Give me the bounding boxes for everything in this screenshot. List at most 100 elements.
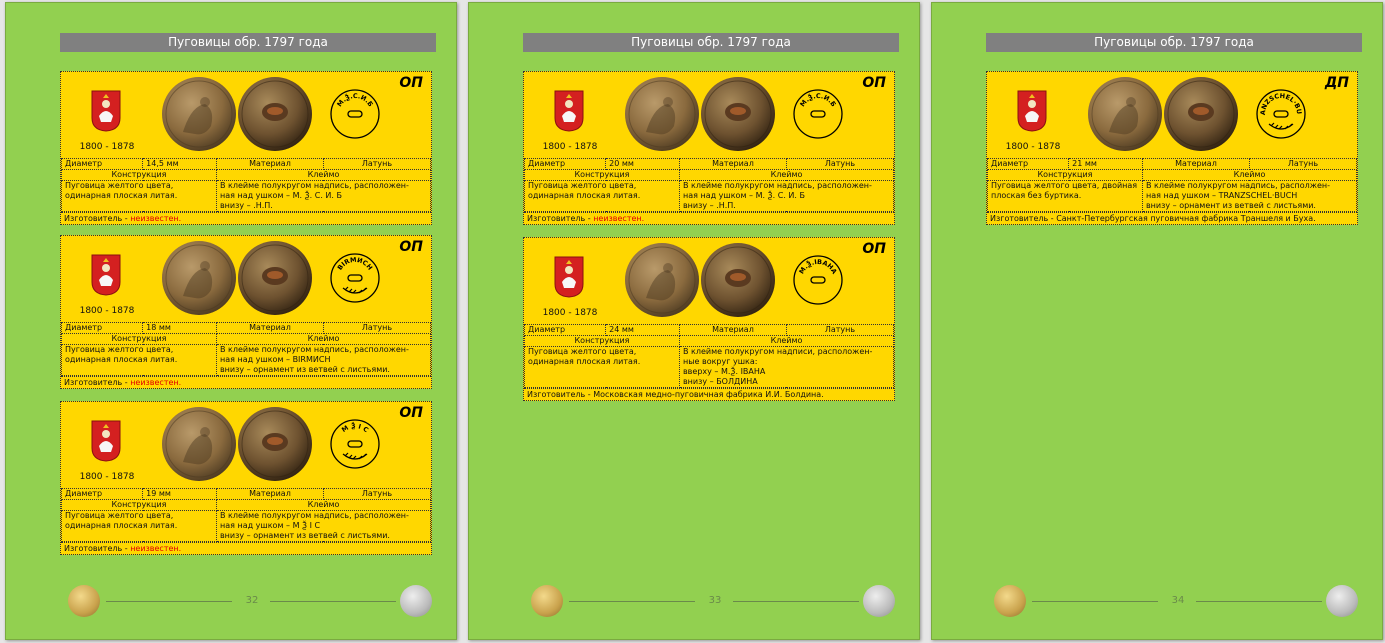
button-reverse-photo <box>238 77 312 151</box>
diameter-value: 18 мм <box>142 322 217 334</box>
years-label: 1800 - 1878 <box>79 306 135 316</box>
stamp-header: Клеймо <box>215 499 432 511</box>
diameter-label: Диаметр <box>986 158 1070 170</box>
maker-value: неизвестен. <box>593 214 645 223</box>
construction-header: Конструкция <box>987 169 1143 181</box>
diameter-value: 14,5 мм <box>142 158 217 170</box>
button-reverse-photo <box>238 407 312 481</box>
page-footer: 34 <box>932 585 1382 619</box>
stamp-drawing: BIRMИСН <box>330 253 380 303</box>
button-obverse-photo <box>162 407 236 481</box>
diameter-value: 24 мм <box>605 324 680 336</box>
button-catalog-card: 1800 - 1878 М.Ѯ.IВАНА ОП Диаметр 24 мм М… <box>523 237 895 401</box>
maker-row: Изготовитель - неизвестен. <box>61 376 431 388</box>
gold-button-icon <box>994 585 1026 617</box>
diameter-label: Диаметр <box>60 322 144 334</box>
footer-divider <box>270 601 396 602</box>
diameter-label: Диаметр <box>60 158 144 170</box>
material-label: Материал <box>215 322 324 334</box>
stamp-text: В клейме полукругом надписи, расположен-… <box>678 346 895 388</box>
maker-row: Изготовитель - неизвестен. <box>61 542 431 554</box>
stamp-header: Клеймо <box>678 169 895 181</box>
type-code: ОП <box>862 75 886 91</box>
button-catalog-card: 1800 - 1878 BIRMИСН ОП Диаметр 18 мм Мат… <box>60 235 432 389</box>
button-reverse-photo <box>701 243 775 317</box>
specs-table: Диаметр 24 мм Материал Латунь Конструкци… <box>523 324 895 388</box>
construction-text: Пуговица желтого цвета, одинарная плоска… <box>61 510 217 542</box>
button-reverse-photo <box>1164 77 1238 151</box>
page-number: 34 <box>1171 595 1185 606</box>
stamp-drawing: М.Ѯ.С.И.Б <box>330 89 380 139</box>
silver-button-icon <box>863 585 895 617</box>
material-value: Латунь <box>322 488 432 500</box>
maker-row: Изготовитель - Московская медно-пуговичн… <box>524 388 894 400</box>
material-value: Латунь <box>785 324 895 336</box>
type-code: ОП <box>399 75 423 91</box>
material-label: Материал <box>678 158 787 170</box>
stamp-text: В клейме полукругом надпись, расположен-… <box>678 180 895 212</box>
page-title: Пуговицы обр. 1797 года <box>60 33 436 52</box>
page-footer: 32 <box>6 585 456 619</box>
button-reverse-photo <box>701 77 775 151</box>
material-label: Материал <box>678 324 787 336</box>
button-catalog-card: 1800 - 1878 TRANZSCHEL·BUCH ДП <box>986 71 1358 225</box>
specs-table: Диаметр 21 мм Материал Латунь Конструкци… <box>986 158 1358 212</box>
silver-button-icon <box>400 585 432 617</box>
material-value: Латунь <box>322 158 432 170</box>
years-label: 1800 - 1878 <box>79 142 135 152</box>
catalog-page: Пуговицы обр. 1797 года 1800 - 1878 <box>5 2 457 640</box>
construction-header: Конструкция <box>524 335 680 347</box>
construction-header: Конструкция <box>61 499 217 511</box>
maker-value: Санкт-Петербургская пуговичная фабрика Т… <box>1056 214 1316 223</box>
stamp-text: В клейме полукругом надпись, располжен-н… <box>1141 180 1358 212</box>
stamp-text: В клейме полукругом надпись, расположен-… <box>215 344 432 376</box>
construction-text: Пуговица желтого цвета, одинарная плоска… <box>524 180 680 212</box>
button-catalog-card: 1800 - 1878 М Ѯ I С ОП Диаметр 19 мм Мат… <box>60 401 432 555</box>
type-code: ОП <box>862 241 886 257</box>
coat-of-arms-icon <box>91 420 121 462</box>
specs-table: Диаметр 14,5 мм Материал Латунь Конструк… <box>60 158 432 212</box>
stamp-drawing: М.Ѯ.С.И.Б <box>793 89 843 139</box>
material-value: Латунь <box>322 322 432 334</box>
maker-value: неизвестен. <box>130 544 182 553</box>
page-footer: 33 <box>469 585 919 619</box>
construction-header: Конструкция <box>61 333 217 345</box>
footer-divider <box>569 601 695 602</box>
page-number: 33 <box>708 595 722 606</box>
stamp-header: Клеймо <box>678 335 895 347</box>
footer-divider <box>106 601 232 602</box>
coat-of-arms-icon <box>554 90 584 132</box>
coat-of-arms-icon <box>91 254 121 296</box>
coat-of-arms-icon <box>1017 90 1047 132</box>
button-obverse-photo <box>162 241 236 315</box>
footer-divider <box>1196 601 1322 602</box>
years-label: 1800 - 1878 <box>1005 142 1061 152</box>
document-viewer: Пуговицы обр. 1797 года 1800 - 1878 М.Ѯ.… <box>0 0 1385 643</box>
material-value: Латунь <box>785 158 895 170</box>
maker-row: Изготовитель - Санкт-Петербургская пугов… <box>987 212 1357 224</box>
maker-value: неизвестен. <box>130 378 182 387</box>
diameter-label: Диаметр <box>523 324 607 336</box>
specs-table: Диаметр 19 мм Материал Латунь Конструкци… <box>60 488 432 542</box>
diameter-value: 21 мм <box>1068 158 1143 170</box>
diameter-value: 19 мм <box>142 488 217 500</box>
stamp-drawing: М.Ѯ.IВАНА <box>793 255 843 305</box>
page-title: Пуговицы обр. 1797 года <box>523 33 899 52</box>
stamp-header: Клеймо <box>1141 169 1358 181</box>
catalog-page: Пуговицы обр. 1797 года 1800 - 1878 <box>931 2 1383 640</box>
diameter-label: Диаметр <box>523 158 607 170</box>
gold-button-icon <box>531 585 563 617</box>
coat-of-arms-icon <box>554 256 584 298</box>
maker-row: Изготовитель - неизвестен. <box>61 212 431 224</box>
footer-divider <box>733 601 859 602</box>
stamp-drawing: М Ѯ I С <box>330 419 380 469</box>
button-obverse-photo <box>1088 77 1162 151</box>
stamp-text: В клейме полукругом надпись, расположен-… <box>215 180 432 212</box>
button-obverse-photo <box>625 243 699 317</box>
construction-text: Пуговица желтого цвета, одинарная плоска… <box>61 344 217 376</box>
diameter-value: 20 мм <box>605 158 680 170</box>
gold-button-icon <box>68 585 100 617</box>
material-value: Латунь <box>1248 158 1358 170</box>
stamp-text: В клейме полукругом надпись, расположен-… <box>215 510 432 542</box>
button-catalog-card: 1800 - 1878 М.Ѯ.С.И.Б ОП <box>60 71 432 225</box>
